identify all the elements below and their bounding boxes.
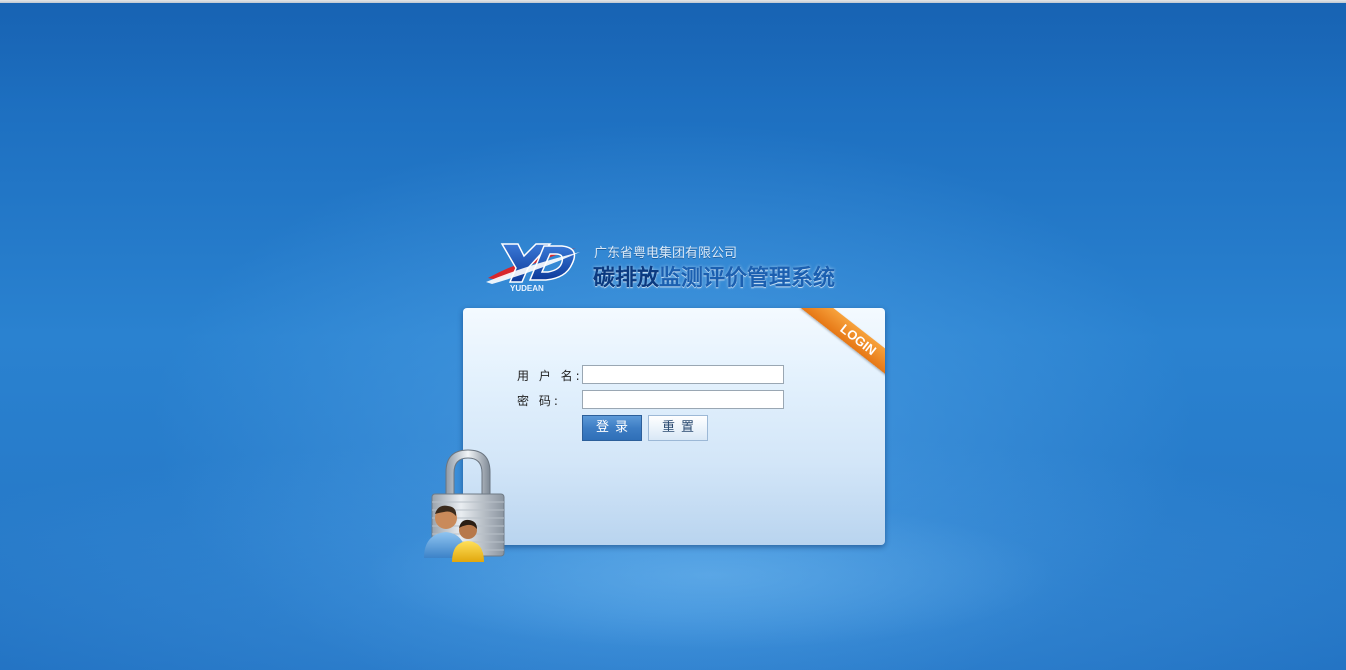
login-button[interactable]: 登录 [582,415,642,441]
password-label: 密 码: [517,394,561,408]
logo-text: YUDEAN [510,284,544,293]
background-top-band [0,3,1346,103]
system-title-part-a: 碳排放 [593,266,660,291]
company-name: 广东省粤电集团有限公司 [594,246,738,261]
login-ribbon: LOGIN [800,308,885,388]
yd-logo-icon: YUDEAN [486,243,580,293]
reset-button[interactable]: 重置 [648,415,708,441]
padlock-users-icon [418,446,508,566]
login-panel: LOGIN 用 户 名: 密 码: 登录 重置 [463,308,885,545]
system-title-part-b: 监测评价管理系统 [659,266,836,291]
system-title: 碳排放监测评价管理系统 [593,260,835,292]
username-label: 用 户 名: [517,369,583,383]
username-input[interactable] [582,365,784,384]
yudean-logo: YUDEAN [484,238,584,294]
password-input[interactable] [582,390,784,409]
